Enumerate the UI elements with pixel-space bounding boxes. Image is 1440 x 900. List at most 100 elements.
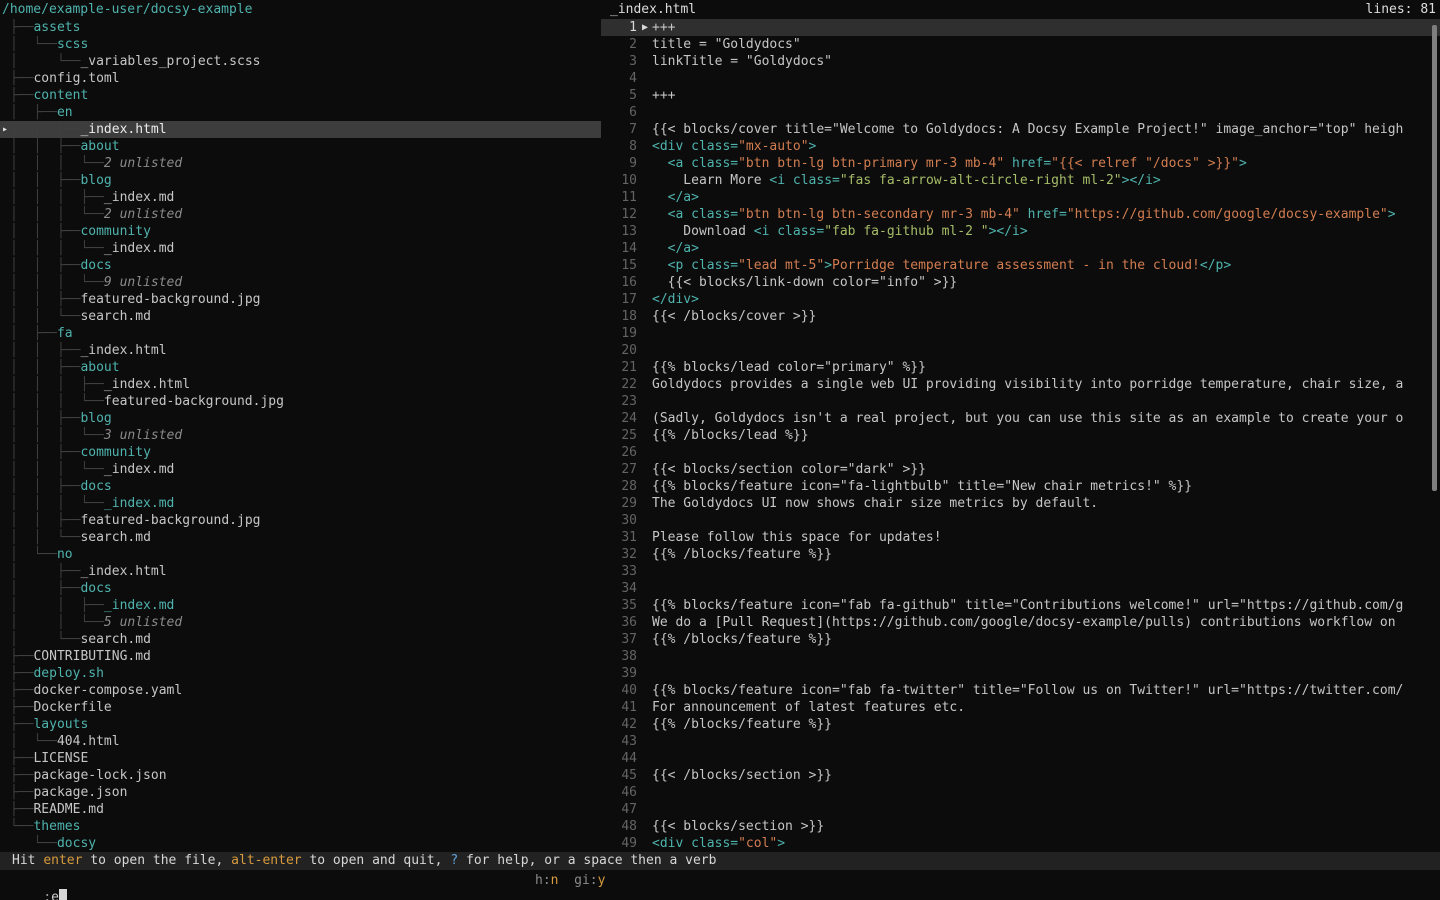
tree-row-selected[interactable]: ▸│ │ ├──_index.html [0, 121, 601, 138]
tree-row[interactable]: │ ├──docs [0, 580, 601, 597]
tree-row[interactable]: │ └──search.md [0, 631, 601, 648]
preview-line: 14 </a> [601, 240, 1440, 257]
tree-row[interactable]: ├──package.json [0, 784, 601, 801]
tree-row[interactable]: │ │ │ └──3 unlisted [0, 427, 601, 444]
preview-line: 45{{< /blocks/section >}} [601, 767, 1440, 784]
tree-row[interactable]: │ │ ├──_index.html [0, 342, 601, 359]
tree-row[interactable]: │ │ │ ├──_index.md [0, 189, 601, 206]
tree-row[interactable]: ├──package-lock.json [0, 767, 601, 784]
tree-item-label: docs [80, 581, 111, 596]
tree-row[interactable]: │ │ ├──featured-background.jpg [0, 512, 601, 529]
preview-scrollbar[interactable] [1432, 25, 1437, 491]
code-text: {{% blocks/feature icon="fab fa-twitter"… [637, 682, 1403, 699]
code-segment: > [824, 258, 832, 273]
line-number: 30 [601, 512, 637, 529]
tree-branch-lines: ├── [10, 700, 33, 715]
tree-item-label: 5 unlisted [104, 615, 182, 630]
tree-item-label: 9 unlisted [104, 275, 182, 290]
tree-row[interactable]: │ │ └──search.md [0, 529, 601, 546]
tree-row[interactable]: │ │ └──search.md [0, 308, 601, 325]
preview-line: 38 [601, 648, 1440, 665]
line-number: 15 [601, 257, 637, 274]
tree-row[interactable]: │ │ ├──docs [0, 257, 601, 274]
preview-line: 17</div> [601, 291, 1440, 308]
tree-branch-lines: │ │ ├── [10, 598, 104, 613]
tree-row[interactable]: │ └──404.html [0, 733, 601, 750]
code-text [637, 444, 652, 461]
tree-row[interactable]: ├──assets [0, 19, 601, 36]
tree-row[interactable]: │ ├──_index.html [0, 563, 601, 580]
tree-row[interactable]: │ │ │ └──2 unlisted [0, 206, 601, 223]
tree-item-label: docker-compose.yaml [33, 683, 182, 698]
code-text [637, 801, 652, 818]
tree-row[interactable]: │ │ ├──docs [0, 478, 601, 495]
command-input[interactable]: :e [43, 890, 67, 900]
tree-branch-lines: ├── [10, 88, 33, 103]
tree-row[interactable]: │ │ │ ├──_index.html [0, 376, 601, 393]
tree-row[interactable]: ├──Dockerfile [0, 699, 601, 716]
preview-header: _index.html lines: 81 [603, 0, 1440, 19]
tree-row[interactable]: ├──layouts [0, 716, 601, 733]
tree-branch-lines: │ │ ├── [10, 139, 80, 154]
tree-row[interactable]: │ │ │ └──9 unlisted [0, 274, 601, 291]
tree-branch-lines: │ │ │ └── [10, 275, 104, 290]
code-text: <p class="lead mt-5">Porridge temperatur… [637, 257, 1231, 274]
tree-item-label: _index.md [104, 598, 174, 613]
tree-branch-lines: │ │ ├── [10, 411, 80, 426]
tree-row[interactable]: │ │ ├──_index.md [0, 597, 601, 614]
tree-row[interactable]: └──docsy [0, 835, 601, 852]
preview-line: 25{{% /blocks/lead %}} [601, 427, 1440, 444]
tree-row[interactable]: │ │ │ └──_index.md [0, 240, 601, 257]
tree-item-label: community [80, 445, 150, 460]
tree-branch-lines: │ │ │ └── [10, 156, 104, 171]
code-text: (Sadly, Goldydocs isn't a real project, … [637, 410, 1403, 427]
tree-row[interactable]: │ │ ├──about [0, 359, 601, 376]
tree-item-label: assets [33, 20, 80, 35]
tree-row[interactable]: │ │ ├──featured-background.jpg [0, 291, 601, 308]
tree-row[interactable]: ├──docker-compose.yaml [0, 682, 601, 699]
tree-row[interactable]: ├──config.toml [0, 70, 601, 87]
tree-row[interactable]: │ │ ├──community [0, 223, 601, 240]
code-text [637, 70, 652, 87]
preview-line: 11 </a> [601, 189, 1440, 206]
tree-row[interactable]: │ │ │ └──featured-background.jpg [0, 393, 601, 410]
tree-row[interactable]: │ │ │ └──2 unlisted [0, 155, 601, 172]
tree-row[interactable]: │ │ ├──about [0, 138, 601, 155]
tree-row[interactable]: │ └──scss [0, 36, 601, 53]
tree-row[interactable]: │ │ │ └──_index.md [0, 495, 601, 512]
tree-item-label: about [80, 360, 119, 375]
tree-row[interactable]: ├──CONTRIBUTING.md [0, 648, 601, 665]
code-text [637, 784, 652, 801]
tree-row[interactable]: │ ├──fa [0, 325, 601, 342]
tree-row[interactable]: │ │ └──5 unlisted [0, 614, 601, 631]
code-text [637, 325, 652, 342]
tree-branch-lines: │ │ ├── [10, 513, 80, 528]
tree-item-label: featured-background.jpg [80, 513, 260, 528]
code-segment: ></i> [989, 224, 1028, 239]
tree-row[interactable]: ├──README.md [0, 801, 601, 818]
code-segment: </p> [1200, 258, 1231, 273]
tree-branch-lines: ├── [10, 666, 33, 681]
tree-item-label: featured-background.jpg [104, 394, 284, 409]
tree-row[interactable]: │ └──no [0, 546, 601, 563]
tree-row[interactable]: │ └──_variables_project.scss [0, 53, 601, 70]
tree-row[interactable]: │ │ │ └──_index.md [0, 461, 601, 478]
tree-item-label: _index.html [80, 122, 166, 137]
preview-line: 34 [601, 580, 1440, 597]
tree-row[interactable]: └──themes [0, 818, 601, 835]
tree-item-label: package.json [33, 785, 127, 800]
tree-row[interactable]: │ ├──en [0, 104, 601, 121]
tree-row[interactable]: ├──LICENSE [0, 750, 601, 767]
code-text [637, 512, 652, 529]
code-segment: > [1239, 156, 1247, 171]
preview-lines: 1▶+++2title = "Goldydocs"3linkTitle = "G… [601, 19, 1440, 852]
tree-row[interactable]: ├──deploy.sh [0, 665, 601, 682]
preview-line: 30 [601, 512, 1440, 529]
tree-row[interactable]: │ │ ├──blog [0, 410, 601, 427]
tree-row[interactable]: │ │ ├──blog [0, 172, 601, 189]
tree-row[interactable]: │ │ ├──community [0, 444, 601, 461]
tree-item-label: _index.md [104, 462, 174, 477]
tree-item-label: search.md [80, 530, 150, 545]
code-segment: +++ [652, 20, 675, 35]
tree-row[interactable]: ├──content [0, 87, 601, 104]
